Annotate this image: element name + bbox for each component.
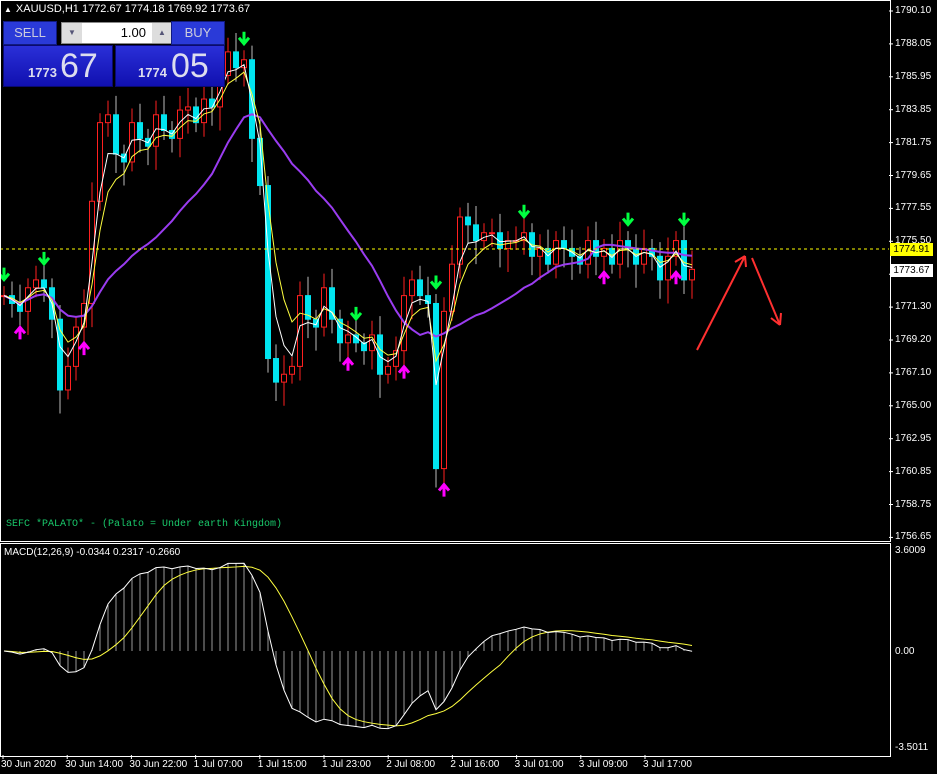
price-axis-label: 1762.95: [895, 432, 932, 444]
macd-axis-zero: 0.00: [895, 646, 915, 657]
price-axis-label: 1760.85: [895, 465, 932, 477]
price-axis-label: 1756.65: [895, 531, 932, 543]
lot-value[interactable]: 1.00: [121, 25, 146, 40]
price-axis-label: 1758.75: [895, 498, 932, 510]
time-axis-label: 1 Jul 07:00: [193, 759, 243, 770]
symbol: XAUUSD,H1: [15, 3, 79, 15]
sell-price-prefix: 1773: [28, 65, 57, 80]
macd-axis-min: -3.5011: [895, 742, 929, 753]
price-axis-label: 1771.30: [895, 301, 932, 313]
price-axis-label: 1783.85: [895, 103, 932, 115]
price-axis-label: 1777.55: [895, 202, 932, 214]
price-axis-label: 1790.10: [895, 5, 932, 16]
price-axis-label: 1769.20: [895, 334, 932, 345]
time-axis-label: 30 Jun 2020: [1, 759, 57, 770]
time-axis-label: 3 Jul 09:00: [578, 759, 628, 770]
time-axis-label: 1 Jul 23:00: [322, 759, 371, 770]
price-axis-label: 1788.05: [895, 37, 932, 49]
collapse-triangle-icon[interactable]: ▲: [4, 5, 12, 14]
one-click-trading-panel: SELL ▼ 1.00 ▲ BUY 1773 67 1774 05: [3, 21, 225, 87]
ohlc-values: 1772.67 1774.18 1769.92 1773.67: [81, 3, 251, 15]
buy-button[interactable]: BUY: [171, 21, 225, 45]
time-axis-label: 3 Jul 17:00: [643, 759, 692, 770]
lot-increase-icon[interactable]: ▲: [152, 23, 172, 43]
macd-frame: [0, 543, 891, 757]
price-axis-label: 1767.10: [895, 366, 932, 378]
sell-price-button[interactable]: 1773 67: [3, 45, 113, 87]
price-axis-label: 1765.00: [895, 399, 932, 411]
time-axis-label: 3 Jul 01:00: [514, 759, 564, 770]
time-axis-label: 30 Jun 14:00: [65, 759, 124, 770]
price-axis-label: 1781.75: [895, 136, 932, 148]
price-axis-label: 1785.95: [895, 70, 932, 82]
macd-axis-max: 3.6009: [895, 545, 926, 556]
macd-label: MACD(12,26,9) -0.0344 0.2317 -0.2660: [4, 547, 181, 558]
buy-price-button[interactable]: 1774 05: [115, 45, 225, 87]
buy-price-prefix: 1774: [138, 65, 167, 80]
lot-size-input[interactable]: ▼ 1.00 ▲: [61, 22, 173, 44]
sell-button[interactable]: SELL: [3, 21, 57, 45]
sell-price-pips: 67: [60, 47, 98, 85]
indicator-note: SEFC *PALATO* - (Palato = Under earth Ki…: [6, 519, 283, 530]
ask-price-tag: 1774.91: [890, 243, 933, 256]
price-axis-label: 1779.65: [895, 169, 932, 181]
time-axis-label: 2 Jul 08:00: [386, 759, 436, 770]
chart-title: ▲ XAUUSD,H1 1772.67 1774.18 1769.92 1773.…: [4, 3, 250, 15]
time-axis-label: 2 Jul 16:00: [450, 759, 500, 770]
bid-price-tag: 1773.67: [890, 264, 933, 277]
lot-decrease-icon[interactable]: ▼: [62, 23, 82, 43]
buy-price-pips: 05: [171, 47, 209, 85]
time-axis-label: 30 Jun 22:00: [129, 759, 188, 770]
time-axis-label: 1 Jul 15:00: [257, 759, 307, 770]
